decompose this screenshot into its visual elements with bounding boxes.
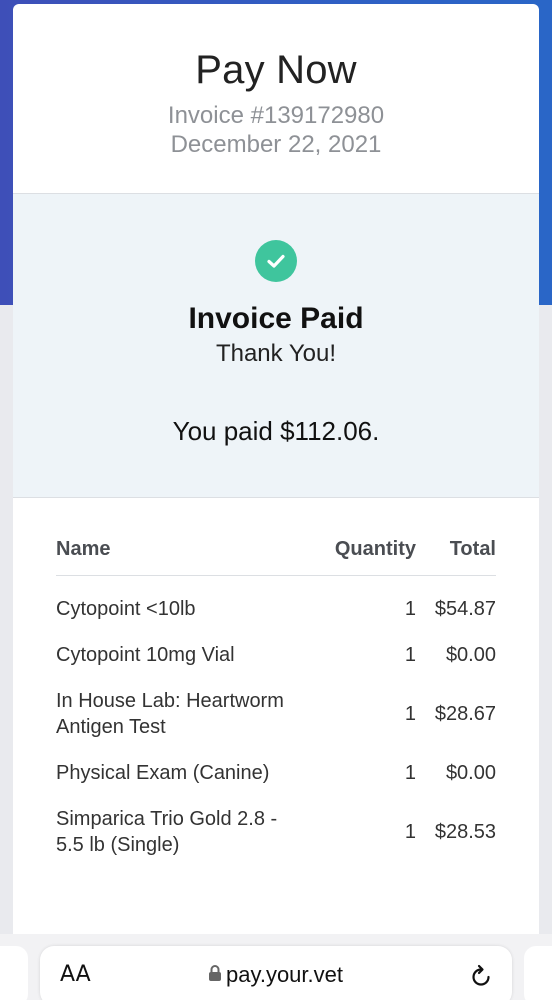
amount-paid: You paid $112.06. [172,416,380,446]
item-name: Simparica Trio Gold 2.8 - 5.5 lb (Single… [56,808,278,856]
reload-button[interactable] [468,964,494,995]
item-total: $54.87 [434,598,496,620]
column-header-total: Total [416,538,496,576]
reload-icon [468,964,494,994]
line-items-table: Name Quantity Total Cytopoint <10lb 1 $5… [56,538,496,868]
item-quantity: 1 [404,644,416,666]
page-title: Pay Now [195,48,357,92]
table-row: Cytopoint 10mg Vial 1 $0.00 [56,632,496,678]
check-circle-icon [255,240,297,282]
text-size-label: AA [60,962,91,987]
status-heading: Invoice Paid [188,302,364,335]
url-display[interactable]: pay.your.vet [208,962,343,988]
invoice-date: December 22, 2021 [170,131,382,158]
item-quantity: 1 [404,598,416,620]
table-row: Cytopoint <10lb 1 $54.87 [56,576,496,633]
item-name: Cytopoint <10lb [56,598,196,620]
table-row: Simparica Trio Gold 2.8 - 5.5 lb (Single… [56,796,496,868]
thank-you-text: Thank You! [215,340,337,367]
text-size-button[interactable]: AA [60,962,91,987]
item-quantity: 1 [404,703,416,725]
table-row: Physical Exam (Canine) 1 $0.00 [56,750,496,796]
item-name: In House Lab: Heartworm Antigen Test [56,690,284,738]
item-name: Physical Exam (Canine) [56,762,270,784]
item-name: Cytopoint 10mg Vial [56,644,235,666]
item-total: $0.00 [445,644,496,666]
column-header-quantity: Quantity [306,538,416,576]
line-items: Name Quantity Total Cytopoint <10lb 1 $5… [13,498,539,868]
table-header-row: Name Quantity Total [56,538,496,576]
item-total: $0.00 [445,762,496,784]
invoice-header: Pay Now Invoice #139172980 December 22, … [13,4,539,194]
next-tab-preview[interactable] [524,946,552,1000]
previous-tab-preview[interactable] [0,946,28,1000]
invoice-number: Invoice #139172980 [167,102,385,129]
item-total: $28.67 [434,703,496,725]
item-quantity: 1 [404,821,416,843]
lock-icon [208,962,222,988]
item-quantity: 1 [404,762,416,784]
item-total: $28.53 [434,821,496,843]
table-row: In House Lab: Heartworm Antigen Test 1 $… [56,678,496,750]
invoice-card: Pay Now Invoice #139172980 December 22, … [13,4,539,944]
column-header-name: Name [56,538,306,576]
payment-status-panel: Invoice Paid Thank You! You paid $112.06… [13,194,539,498]
url-text: pay.your.vet [226,962,343,987]
